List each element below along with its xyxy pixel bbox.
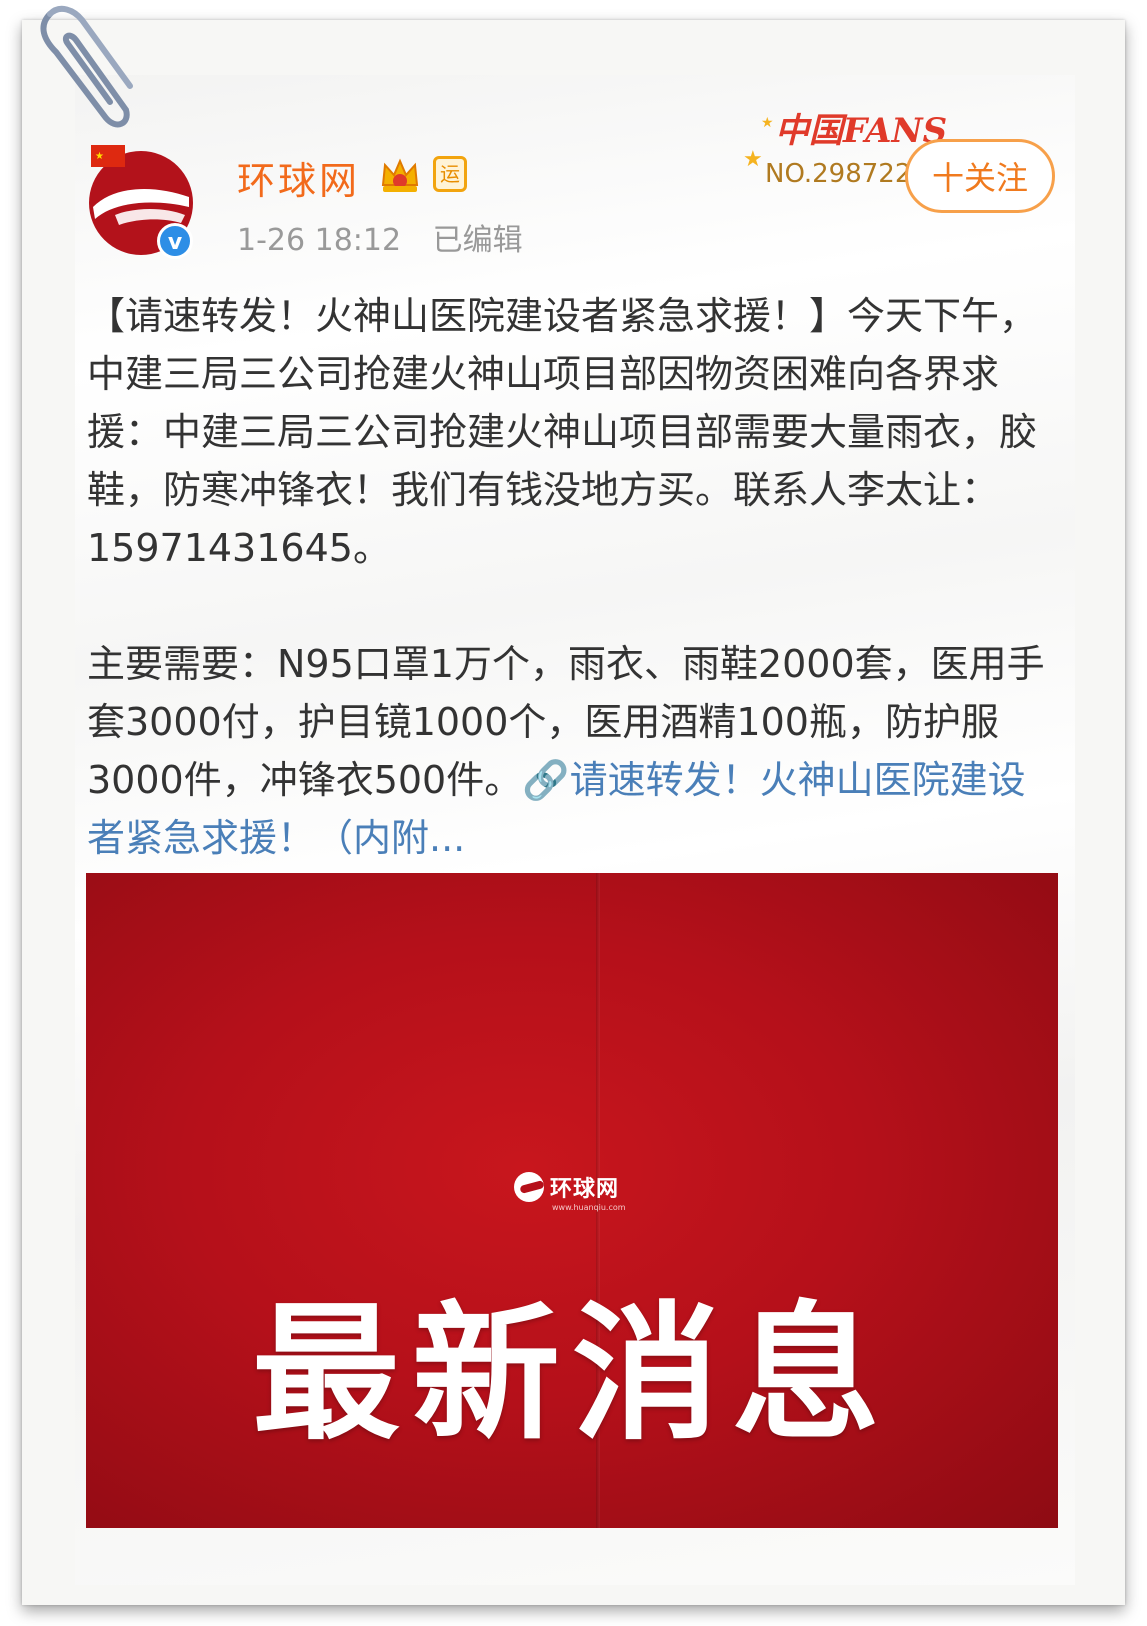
image-logo-subtext: www.huanqiu.com (552, 1203, 626, 1212)
post-paragraph-2: 主要需要：N95口罩1万个，雨衣、雨鞋2000套，医用手套3000付，护目镜10… (87, 635, 1062, 867)
link-icon: 🔗 (522, 758, 570, 802)
follow-button[interactable]: 十关注 (905, 139, 1055, 213)
star-icon: ★ (761, 115, 774, 131)
paperclip-icon (40, 5, 133, 128)
verified-icon: v (157, 223, 193, 259)
fans-number: NO.298722 (765, 159, 912, 189)
yun-badge: 运 (433, 156, 467, 192)
weibo-post: ★ v 环球网 运 1-26 18:12 已编辑 ★ ★ 中国FANS NO.2… (75, 75, 1075, 1585)
post-meta: 1-26 18:12 已编辑 (237, 215, 523, 259)
huanqiu-mark-icon (514, 1172, 544, 1202)
image-logo: 环球网 (514, 1169, 619, 1205)
edited-label: 已编辑 (432, 223, 523, 258)
post-image[interactable]: 环球网 www.huanqiu.com 最新消息 (86, 873, 1058, 1528)
image-logo-text: 环球网 (550, 1177, 620, 1202)
star-icon: ★ (743, 147, 763, 172)
author-name[interactable]: 环球网 (237, 150, 360, 205)
crown-vip-icon (381, 158, 419, 192)
svg-text:★: ★ (95, 151, 104, 162)
post-paragraph-1: 【请速转发！火神山医院建设者紧急求援！】今天下午，中建三局三公司抢建火神山项目部… (87, 294, 1038, 570)
post-timestamp: 1-26 18:12 (237, 223, 402, 258)
paper-frame: ★ v 环球网 运 1-26 18:12 已编辑 ★ ★ 中国FANS NO.2… (22, 20, 1125, 1605)
image-headline: 最新消息 (252, 1288, 892, 1460)
